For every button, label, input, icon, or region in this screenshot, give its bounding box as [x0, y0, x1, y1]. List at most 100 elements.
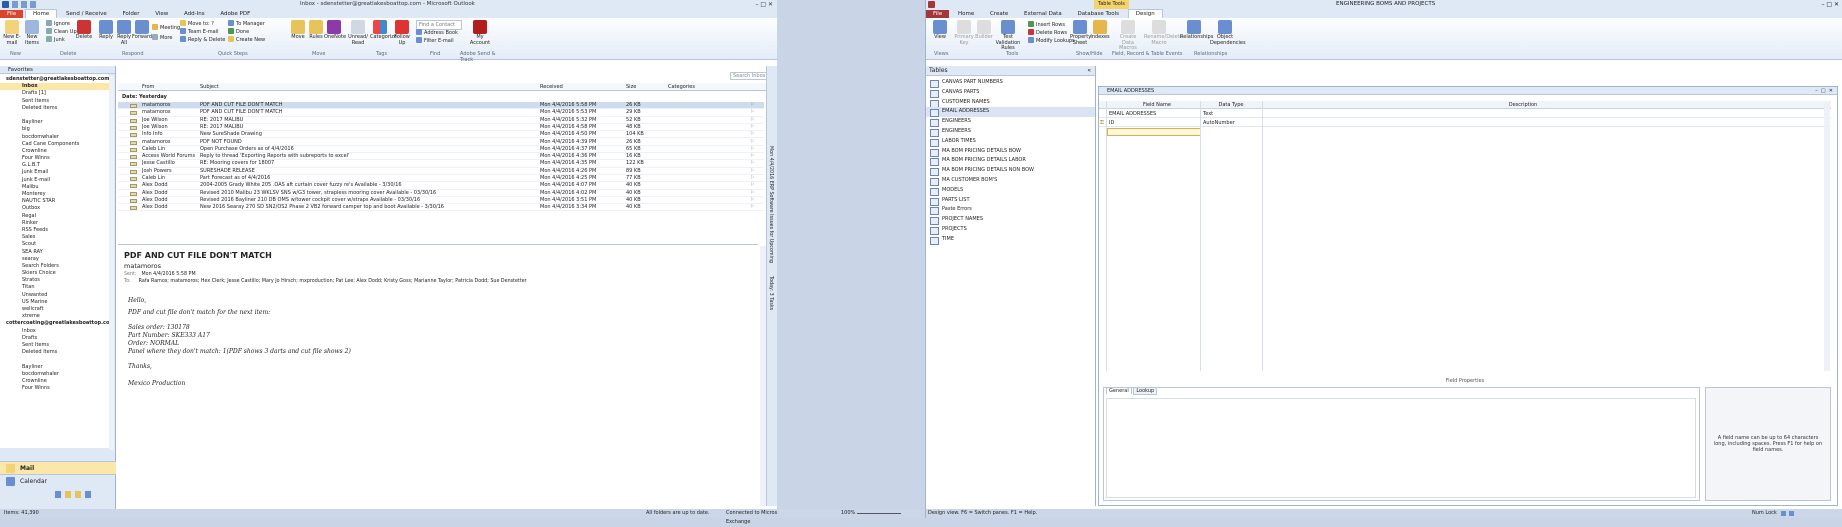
primary-key-button[interactable]: Primary Key — [954, 20, 974, 46]
folder-item[interactable]: NAUTIC STAR — [0, 198, 109, 205]
mail-list-item[interactable]: Alex Dodd Revised 2016 Bayliner 210 DB OM… — [118, 197, 764, 205]
new-items-button[interactable]: New Items — [22, 20, 42, 46]
mail-list-item[interactable]: Alex Dodd 2004-2005 Grady White 205 .OAS … — [118, 182, 764, 190]
account-header[interactable]: sdenstetter@greatlakesboattop.com — [0, 76, 109, 83]
my-account-button[interactable]: My Account — [468, 20, 492, 46]
modify-lookups-button[interactable]: Modify Lookups — [1028, 37, 1075, 45]
date-group-header[interactable]: Date: Yesterday — [122, 94, 167, 100]
mail-list-item[interactable]: matamoros PDF AND CUT FILE DON'T MATCH Mon… — [118, 109, 764, 117]
folder-item[interactable]: Crownline — [0, 378, 109, 385]
folder-item[interactable]: Titan — [0, 284, 109, 291]
folder-item[interactable]: Search Folders — [0, 263, 109, 270]
reply-button[interactable]: Reply — [96, 20, 116, 41]
folder-item[interactable]: Bayliner — [0, 364, 109, 371]
quickstep-done[interactable]: Done — [228, 28, 249, 36]
more-respond-button[interactable]: More — [152, 34, 172, 42]
folder-item[interactable]: Stratos — [0, 277, 109, 284]
field-name-cell[interactable]: EMAIL ADDRESSES — [1109, 110, 1156, 118]
folder-item[interactable]: Malibu — [0, 184, 109, 191]
table-item[interactable]: MODELS — [926, 186, 1095, 196]
quickstep-move-to[interactable]: Move to: ? — [180, 20, 214, 28]
onenote-button[interactable]: OneNote — [324, 20, 346, 41]
folder-item[interactable]: RSS Feeds — [0, 227, 109, 234]
table-item[interactable]: LABOR TIMES — [926, 137, 1095, 147]
doc-tab[interactable]: EMAIL ADDRESSES – □ ✕ — [1099, 87, 1837, 95]
table-item[interactable]: Paste Errors — [926, 205, 1095, 216]
col-categories[interactable]: Categories — [668, 83, 695, 91]
mail-list-item[interactable]: Alex Dodd Revised 2010 Malibu 23 WKLSV SN… — [118, 190, 764, 197]
folder-item[interactable]: searay — [0, 256, 109, 263]
field-row-1[interactable]: EMAIL ADDRESSES Text — [1099, 110, 1831, 118]
folder-item[interactable]: US Marine — [0, 299, 109, 306]
mail-list-item[interactable]: matamoros PDF NOT FOUND Mon 4/4/2016 4:39 … — [118, 139, 764, 146]
folder-item[interactable]: wellcraft — [0, 306, 109, 313]
flag-icon[interactable]: ⚐ — [750, 102, 754, 109]
folder-item[interactable]: Outbox — [0, 205, 109, 212]
folder-item[interactable]: G.L.B.T — [0, 162, 109, 169]
mail-list-item[interactable]: Caleb Lin Part Forecast as of 4/4/2016 Mon… — [118, 175, 764, 183]
access-window-controls[interactable]: – □ ✕ — [1821, 1, 1839, 8]
account2-header[interactable]: cottercoating@greatlakesboattop.com — [0, 320, 109, 327]
rename-macro-button[interactable]: Rename/Delete Macro — [1144, 20, 1183, 46]
delete-button[interactable]: Delete — [74, 20, 94, 41]
quickstep-reply-delete[interactable]: Reply & Delete — [180, 36, 225, 44]
table-item[interactable]: PROJECT NAMES — [926, 215, 1095, 225]
table-item[interactable]: MA BOM PRICING DETAILS LABOR — [926, 156, 1095, 167]
builder-button[interactable]: Builder — [974, 20, 994, 41]
new-field-row[interactable] — [1107, 128, 1201, 136]
table-item[interactable]: PROJECTS — [926, 225, 1095, 235]
mail-list-item[interactable]: Access World Forums Reply to thread 'Expo… — [118, 153, 764, 161]
table-item[interactable]: CANVAS PARTS — [926, 88, 1095, 98]
favorites-header[interactable]: Favorites — [0, 66, 115, 74]
address-book-button[interactable]: Address Book — [416, 29, 458, 37]
doc-window-controls[interactable]: – □ ✕ — [1815, 87, 1833, 95]
quick-access-icons[interactable] — [12, 1, 62, 8]
folder-item[interactable]: bocdomwhaler — [0, 134, 109, 141]
field-name-cell[interactable]: ID — [1109, 119, 1114, 127]
table-item[interactable]: PARTS LIST — [926, 196, 1095, 206]
folder-item[interactable]: Four Winns — [0, 385, 109, 392]
folder-item[interactable]: Monterey — [0, 191, 109, 198]
flag-icon[interactable]: ⚐ — [750, 197, 754, 204]
table-item[interactable]: TIME — [926, 235, 1095, 245]
new-email-button[interactable]: New E-mail — [2, 20, 22, 46]
indexes-button[interactable]: Indexes — [1090, 20, 1110, 41]
rules-button[interactable]: Rules — [306, 20, 326, 41]
folder-item[interactable]: xtreme — [0, 313, 109, 320]
insert-rows-button[interactable]: Insert Rows — [1028, 21, 1065, 29]
folder-item[interactable]: Drafts [1] — [0, 90, 109, 97]
table-item[interactable]: MA BOM PRICING DETAILS NON BOW — [926, 166, 1095, 176]
ignore-button[interactable]: Ignore — [46, 20, 70, 28]
mail-list-item[interactable]: Joe Wilson RE: 2017 MALIBU Mon 4/4/2016 5:… — [118, 117, 764, 124]
flag-icon[interactable]: ⚐ — [750, 153, 754, 160]
flag-icon[interactable]: ⚐ — [750, 182, 754, 189]
table-item[interactable]: ENGINEERS — [926, 117, 1095, 127]
table-item[interactable]: CANVAS PART NUMBERS — [926, 78, 1095, 88]
grid-scrollbar[interactable] — [1824, 101, 1830, 371]
folder-item[interactable]: Junk Email — [0, 169, 109, 176]
mail-nav-button[interactable]: Mail — [0, 461, 116, 474]
folder-item[interactable]: Deleted Items — [0, 105, 109, 112]
object-dependencies-button[interactable]: Object Dependencies — [1210, 20, 1246, 46]
mail-list-item[interactable]: Josh Powers SURESHADE RELEASE Mon 4/4/2016… — [118, 168, 764, 175]
folder-item[interactable]: Bayliner — [0, 119, 109, 126]
window-controls[interactable]: – □ ✕ — [755, 1, 773, 8]
col-subject[interactable]: Subject — [200, 83, 219, 91]
flag-icon[interactable]: ⚐ — [750, 109, 754, 116]
view-switch-icons[interactable] — [1781, 511, 1799, 516]
filter-email-button[interactable]: Filter E-mail — [416, 37, 454, 45]
flag-icon[interactable]: ⚐ — [750, 168, 754, 175]
flag-icon[interactable]: ⚐ — [750, 146, 754, 153]
field-type-cell[interactable]: AutoNumber — [1203, 119, 1235, 127]
prop-tab-general[interactable]: General — [1106, 387, 1132, 394]
meeting-button[interactable]: Meeting — [152, 24, 180, 32]
quickstep-create-new[interactable]: Create New — [228, 36, 265, 44]
folder-item[interactable]: Regal — [0, 213, 109, 220]
flag-icon[interactable]: ⚐ — [750, 117, 754, 124]
folder-item[interactable]: Drafts — [0, 335, 109, 342]
table-item[interactable]: MA CUSTOMER BOM'S — [926, 176, 1095, 186]
flag-icon[interactable]: ⚐ — [750, 204, 754, 211]
zoom-slider[interactable] — [857, 513, 901, 514]
forward-button[interactable]: Forward — [132, 20, 152, 41]
flag-icon[interactable]: ⚐ — [750, 139, 754, 146]
